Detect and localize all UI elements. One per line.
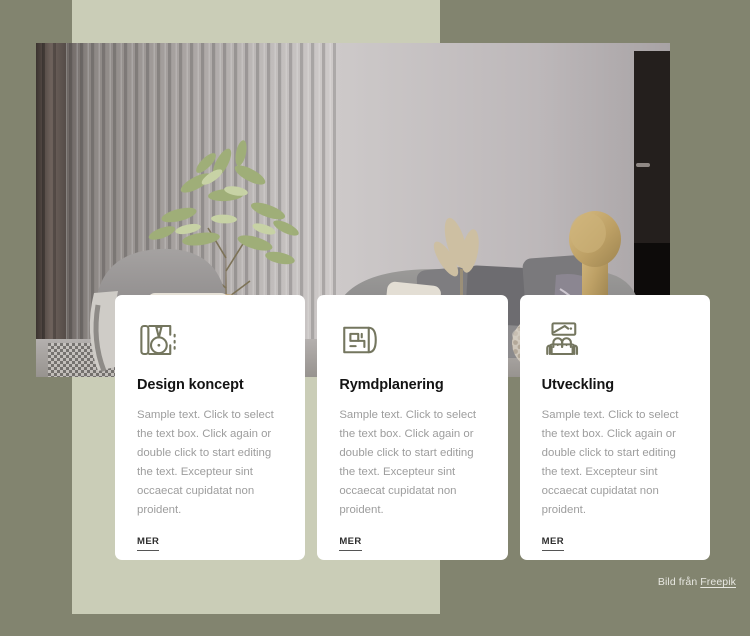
- card-title: Utveckling: [541, 377, 614, 393]
- service-card[interactable]: Utveckling Sample text. Click to select …: [519, 295, 710, 560]
- service-card[interactable]: Design koncept Sample text. Click to sel…: [115, 295, 306, 560]
- service-cards: Design koncept Sample text. Click to sel…: [115, 295, 710, 560]
- image-attribution: Bild från Freepik: [658, 576, 736, 588]
- card-body: Sample text. Click to select the text bo…: [339, 409, 477, 516]
- card-more-link[interactable]: MER: [137, 536, 160, 551]
- card-body: Sample text. Click to select the text bo…: [541, 409, 679, 516]
- page-stage: Design koncept Sample text. Click to sel…: [0, 0, 750, 636]
- card-more-link[interactable]: MER: [339, 536, 362, 551]
- card-title: Design koncept: [137, 377, 244, 393]
- attribution-link[interactable]: Freepik: [700, 576, 736, 588]
- card-title: Rymdplanering: [339, 377, 444, 393]
- card-body: Sample text. Click to select the text bo…: [137, 409, 274, 516]
- service-card[interactable]: Rymdplanering Sample text. Click to sele…: [317, 295, 508, 560]
- floor-plan-icon: [339, 319, 381, 361]
- sofa-icon: [542, 319, 584, 361]
- card-more-link[interactable]: MER: [541, 536, 564, 551]
- attribution-prefix: Bild från: [657, 576, 701, 588]
- design-concept-icon: [137, 319, 179, 361]
